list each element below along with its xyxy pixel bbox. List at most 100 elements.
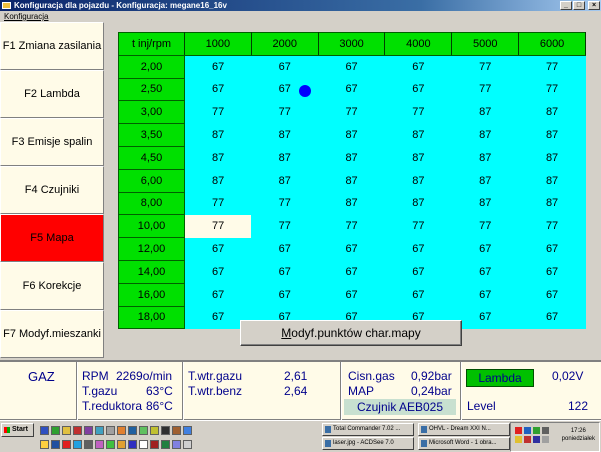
clock[interactable]: 17:26 poniedziałek	[562, 427, 595, 443]
map-cell[interactable]: 67	[384, 78, 452, 101]
map-cell[interactable]: 87	[518, 146, 586, 170]
map-cell[interactable]: 67	[184, 260, 252, 284]
quicklaunch-icon[interactable]	[62, 425, 71, 435]
map-cell[interactable]: 77	[518, 78, 586, 101]
map-cell[interactable]: 87	[251, 169, 319, 193]
start-button[interactable]: Start	[1, 423, 34, 437]
map-cell[interactable]: 87	[318, 192, 385, 215]
map-cell[interactable]: 67	[384, 237, 452, 261]
tray-icon[interactable]	[533, 436, 540, 443]
map-cell[interactable]: 77	[318, 100, 385, 124]
map-cell[interactable]: 87	[318, 123, 385, 147]
tray-icon[interactable]	[515, 427, 522, 434]
quicklaunch-icon[interactable]	[84, 425, 93, 435]
map-cell[interactable]: 87	[451, 192, 519, 215]
map-cell[interactable]: 87	[318, 169, 385, 193]
map-cell[interactable]: 67	[518, 260, 586, 284]
map-cell[interactable]: 67	[451, 237, 519, 261]
map-cell[interactable]: 67	[184, 55, 252, 79]
map-cell[interactable]: 67	[318, 260, 385, 284]
map-cell[interactable]: 77	[251, 192, 319, 215]
map-cell[interactable]: 87	[518, 100, 586, 124]
minimize-button[interactable]: _	[560, 1, 572, 10]
map-cell[interactable]: 67	[384, 55, 452, 79]
map-cell[interactable]: 67	[251, 283, 319, 307]
quicklaunch-icon[interactable]	[73, 439, 82, 449]
map-cell[interactable]: 67	[518, 237, 586, 261]
quicklaunch-icon[interactable]	[40, 425, 49, 435]
quicklaunch-icon[interactable]	[172, 425, 181, 435]
quicklaunch-icon[interactable]	[161, 439, 170, 449]
map-cell[interactable]: 77	[251, 100, 319, 124]
tray-icon[interactable]	[524, 436, 531, 443]
map-cell[interactable]: 67	[318, 283, 385, 307]
tray-icon[interactable]	[524, 427, 531, 434]
map-cell-selected[interactable]: 77	[184, 214, 252, 238]
map-cell[interactable]: 87	[451, 169, 519, 193]
tray-icon[interactable]	[542, 427, 549, 434]
map-cell[interactable]: 77	[318, 214, 385, 238]
map-cell[interactable]: 67	[251, 260, 319, 284]
map-cell[interactable]: 67	[251, 55, 319, 79]
quicklaunch-icon[interactable]	[183, 425, 192, 435]
map-cell[interactable]: 67	[184, 283, 252, 307]
map-cell[interactable]: 87	[184, 169, 252, 193]
map-cell[interactable]: 87	[384, 123, 452, 147]
map-cell[interactable]: 77	[384, 214, 452, 238]
map-cell[interactable]: 67	[384, 283, 452, 307]
map-cell[interactable]: 67	[451, 283, 519, 307]
close-button[interactable]: ×	[588, 1, 600, 10]
map-cell[interactable]: 77	[451, 55, 519, 79]
map-cell[interactable]: 77	[251, 214, 319, 238]
map-cell[interactable]: 87	[384, 169, 452, 193]
map-cell[interactable]: 67	[518, 283, 586, 307]
quicklaunch-icon[interactable]	[139, 425, 148, 435]
sidebar-item-f1[interactable]: F1 Zmiana zasilania	[0, 22, 104, 70]
quicklaunch-icon[interactable]	[40, 439, 49, 449]
tray-icon[interactable]	[515, 436, 522, 443]
quicklaunch-icon[interactable]	[117, 439, 126, 449]
map-cell[interactable]: 67	[184, 237, 252, 261]
map-cell[interactable]: 77	[518, 214, 586, 238]
map-cell[interactable]: 77	[518, 55, 586, 79]
injection-map-table[interactable]: t inj/rpm 1000 2000 3000 4000 5000 6000 2,00 67…	[118, 32, 586, 330]
map-cell[interactable]: 87	[384, 192, 452, 215]
map-cell[interactable]: 67	[384, 260, 452, 284]
map-cell[interactable]: 67	[318, 237, 385, 261]
quicklaunch-icon[interactable]	[95, 425, 104, 435]
map-cell[interactable]: 87	[451, 100, 519, 124]
map-cell[interactable]: 77	[451, 214, 519, 238]
sidebar-item-f7[interactable]: F7 Modyf.mieszanki	[0, 310, 104, 358]
quicklaunch-icon[interactable]	[62, 439, 71, 449]
quicklaunch-icon[interactable]	[172, 439, 181, 449]
map-cell[interactable]: 67	[518, 306, 586, 329]
map-cell[interactable]: 67	[318, 55, 385, 79]
map-cell[interactable]: 77	[184, 192, 252, 215]
tray-icon[interactable]	[542, 436, 549, 443]
maximize-button[interactable]: □	[573, 1, 585, 10]
quicklaunch-icon[interactable]	[150, 425, 159, 435]
quicklaunch-icon[interactable]	[51, 439, 60, 449]
map-cell[interactable]: 87	[518, 123, 586, 147]
taskbar-task[interactable]: laser.jpg - ACDSee 7.0	[322, 437, 414, 450]
map-cell[interactable]: 87	[251, 146, 319, 170]
sidebar-item-f5[interactable]: F5 Mapa	[0, 214, 104, 262]
sidebar-item-f6[interactable]: F6 Korekcje	[0, 262, 104, 310]
map-cell[interactable]: 67	[251, 237, 319, 261]
map-cell[interactable]: 67	[184, 78, 252, 101]
quicklaunch-icon[interactable]	[84, 439, 93, 449]
quicklaunch-icon[interactable]	[161, 425, 170, 435]
menu-konfiguracja[interactable]: Konfiguracja	[4, 12, 48, 21]
map-cell[interactable]: 87	[184, 123, 252, 147]
map-cell[interactable]: 87	[451, 146, 519, 170]
quicklaunch-icon[interactable]	[128, 439, 137, 449]
map-cell[interactable]: 67	[451, 260, 519, 284]
quicklaunch-icon[interactable]	[106, 425, 115, 435]
map-cell[interactable]: 77	[184, 100, 252, 124]
map-cell[interactable]: 87	[518, 192, 586, 215]
map-cell[interactable]: 87	[251, 123, 319, 147]
quicklaunch-icon[interactable]	[73, 425, 82, 435]
quicklaunch-icon[interactable]	[183, 439, 192, 449]
taskbar-task[interactable]: Microsoft Word - 1 obra...	[418, 437, 510, 450]
map-cell[interactable]: 77	[384, 100, 452, 124]
